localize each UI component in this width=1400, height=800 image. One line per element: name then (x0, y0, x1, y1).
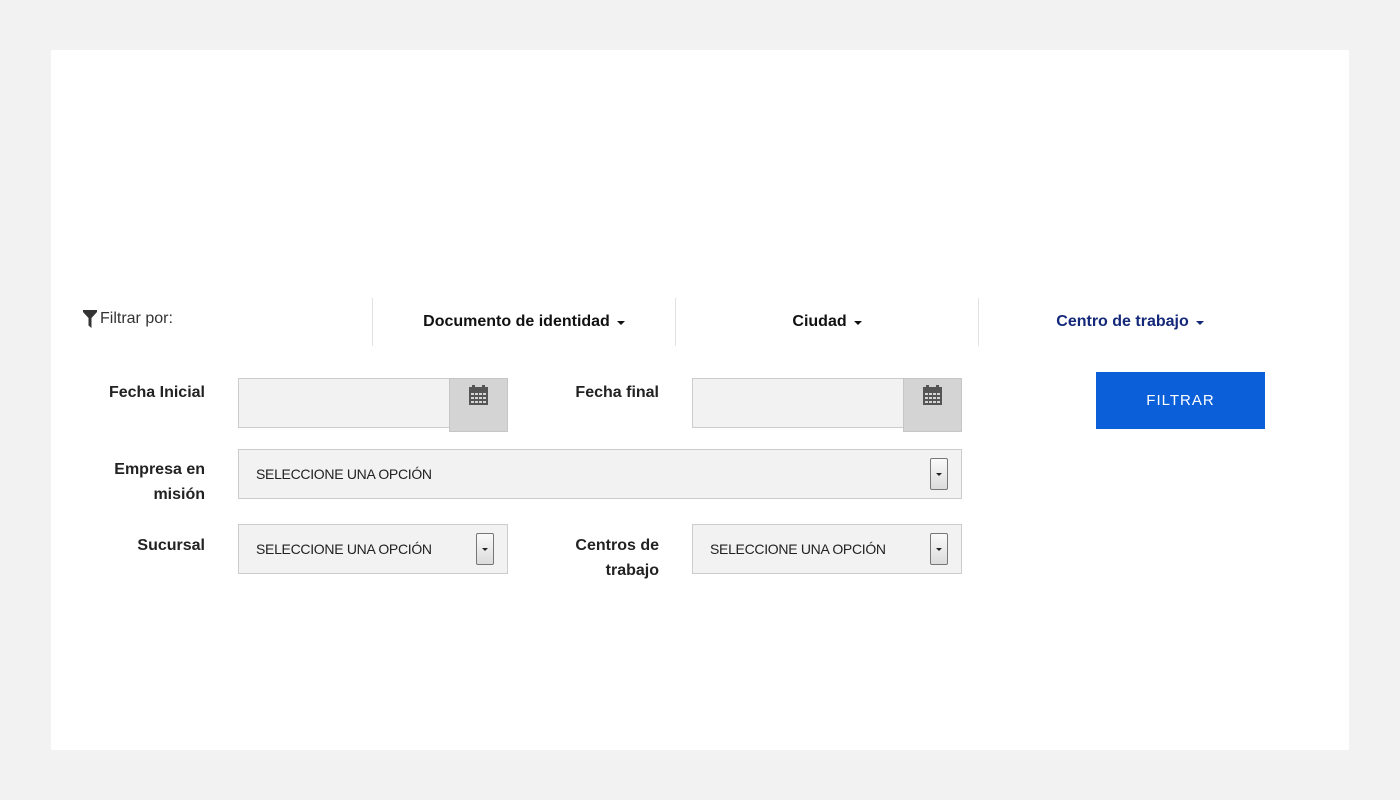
fecha-final-label: Fecha final (575, 384, 659, 401)
filter-by-label: Filtrar por: (83, 310, 173, 328)
fecha-inicial-input[interactable] (238, 378, 450, 428)
dropdown-label: Ciudad (792, 313, 847, 330)
sucursal-label: Sucursal (137, 537, 205, 554)
caret-down-icon (616, 321, 625, 325)
filtrar-button[interactable]: FILTRAR (1096, 372, 1265, 429)
select-value: SELECCIONE UNA OPCIÓN (710, 541, 886, 557)
chevron-down-icon (930, 458, 948, 490)
select-value: SELECCIONE UNA OPCIÓN (256, 466, 432, 482)
label-line: trabajo (605, 562, 659, 579)
fecha-final-calendar-button[interactable] (903, 378, 962, 432)
empresa-en-mision-select[interactable]: SELECCIONE UNA OPCIÓN (238, 449, 962, 499)
filter-card: Filtrar por: Documento de identidad Ciud… (51, 50, 1349, 750)
dropdown-label: Centro de trabajo (1056, 313, 1189, 330)
fecha-final-input[interactable] (692, 378, 904, 428)
dropdown-ciudad[interactable]: Ciudad (676, 298, 978, 346)
chevron-down-icon (930, 533, 948, 565)
label-line: Centros de (575, 537, 659, 554)
centros-de-trabajo-label: Centros de trabajo (551, 533, 659, 583)
filter-bar: Filtrar por: Documento de identidad Ciud… (51, 298, 1349, 346)
centros-de-trabajo-select[interactable]: SELECCIONE UNA OPCIÓN (692, 524, 962, 574)
funnel-icon (83, 310, 97, 328)
dropdown-centro-trabajo[interactable]: Centro de trabajo (979, 298, 1281, 346)
select-value: SELECCIONE UNA OPCIÓN (256, 541, 432, 557)
empresa-en-mision-label: Empresa en misión (91, 457, 205, 507)
chevron-down-icon (476, 533, 494, 565)
dropdown-label: Documento de identidad (423, 313, 610, 330)
caret-down-icon (853, 321, 862, 325)
fecha-inicial-label: Fecha Inicial (108, 384, 205, 401)
caret-down-icon (1195, 321, 1204, 325)
dropdown-documento-identidad[interactable]: Documento de identidad (373, 298, 675, 346)
fecha-inicial-calendar-button[interactable] (449, 378, 508, 432)
calendar-icon (923, 385, 942, 405)
sucursal-select[interactable]: SELECCIONE UNA OPCIÓN (238, 524, 508, 574)
label-line: misión (153, 486, 205, 503)
label-line: Empresa en (114, 461, 205, 478)
calendar-icon (469, 385, 488, 405)
filter-by-text: Filtrar por: (100, 310, 173, 327)
